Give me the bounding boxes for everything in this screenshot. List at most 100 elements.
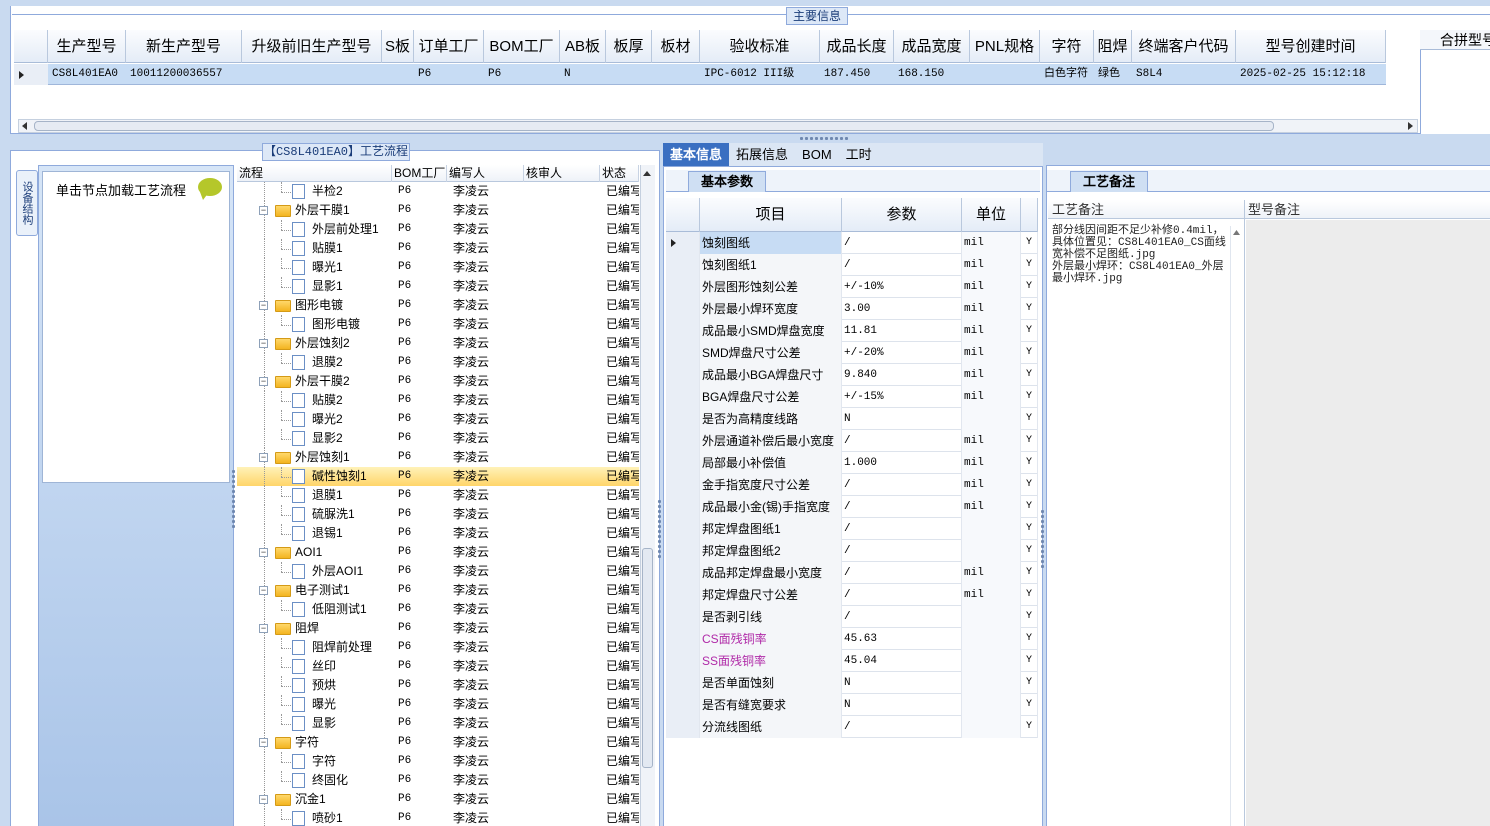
param-value[interactable]: / xyxy=(842,430,962,452)
collapse-icon[interactable]: − xyxy=(259,339,268,348)
tree-node[interactable]: − AOI1 P6 李凌云 已编写 xyxy=(237,543,639,562)
param-value[interactable]: / xyxy=(842,562,962,584)
param-row[interactable]: 局部最小补偿值 1.000 mil Y xyxy=(666,452,1038,474)
param-value[interactable]: / xyxy=(842,254,962,276)
grid-cell[interactable] xyxy=(382,64,414,85)
process-tree[interactable]: 半检2 P6 李凌云 已编写 − 外层干膜1 P6 李凌云 已编写 外层前处理1 P6 李凌云 已编写贴… xyxy=(237,182,639,826)
grid-cell[interactable]: 白色字符 xyxy=(1040,64,1094,85)
param-row[interactable]: 外层最小焊环宽度 3.00 mil Y xyxy=(666,298,1038,320)
collapse-icon[interactable]: − xyxy=(259,377,268,386)
tree-column-header[interactable]: 编写人 xyxy=(447,165,524,182)
grid-cell[interactable]: 187.450 xyxy=(820,64,894,85)
grid-column-header[interactable]: 板厚 xyxy=(606,30,652,63)
param-row[interactable]: 是否单面蚀刻 N Y xyxy=(666,672,1038,694)
grid-cell[interactable]: P6 xyxy=(414,64,484,85)
param-value[interactable]: 11.81 xyxy=(842,320,962,342)
tree-column-header[interactable]: 核审人 xyxy=(524,165,600,182)
param-row[interactable]: 金手指宽度尺寸公差 / mil Y xyxy=(666,474,1038,496)
tree-node[interactable]: − 外层干膜1 P6 李凌云 已编写 xyxy=(237,201,639,220)
tree-node[interactable]: − 字符 P6 李凌云 已编写 xyxy=(237,733,639,752)
tree-node[interactable]: 曝光 P6 李凌云 已编写 xyxy=(237,695,639,714)
params-column-header[interactable]: 单位 xyxy=(962,198,1021,232)
param-row[interactable]: 是否有缝宽要求 N Y xyxy=(666,694,1038,716)
grid-column-header[interactable]: PNL规格 xyxy=(970,30,1040,63)
grid-cell[interactable]: IPC-6012 III级 xyxy=(700,64,820,85)
tree-column-header[interactable]: BOM工厂 xyxy=(392,165,447,182)
detail-tab[interactable]: 工时 xyxy=(839,143,879,166)
grid-column-header[interactable]: 生产型号 xyxy=(48,30,126,63)
tree-node[interactable]: 曝光1 P6 李凌云 已编写 xyxy=(237,258,639,277)
tree-node[interactable]: − 阻焊 P6 李凌云 已编写 xyxy=(237,619,639,638)
tree-node[interactable]: − 外层干膜2 P6 李凌云 已编写 xyxy=(237,372,639,391)
tree-node[interactable]: 阻焊前处理 P6 李凌云 已编写 xyxy=(237,638,639,657)
grid-column-header[interactable]: 新生产型号 xyxy=(126,30,242,63)
horizontal-splitter[interactable] xyxy=(800,137,848,140)
detail-tab[interactable]: BOM xyxy=(795,143,839,166)
param-value[interactable]: / xyxy=(842,232,962,254)
grid-cell[interactable] xyxy=(652,64,700,85)
param-row[interactable]: 邦定焊盘尺寸公差 / mil Y xyxy=(666,584,1038,606)
scroll-up-icon[interactable] xyxy=(1232,228,1241,236)
grid-cell[interactable]: 绿色 xyxy=(1094,64,1132,85)
param-row[interactable]: 外层图形蚀刻公差 +/-10% mil Y xyxy=(666,276,1038,298)
scroll-right-icon[interactable] xyxy=(1405,121,1415,131)
param-row[interactable]: 外层通道补偿后最小宽度 / mil Y xyxy=(666,430,1038,452)
tree-node[interactable]: 曝光2 P6 李凌云 已编写 xyxy=(237,410,639,429)
param-row[interactable]: 蚀刻图纸1/mil Y xyxy=(666,254,1038,276)
collapse-icon[interactable]: − xyxy=(259,301,268,310)
tree-node[interactable]: − 外层蚀刻2 P6 李凌云 已编写 xyxy=(237,334,639,353)
collapse-icon[interactable]: − xyxy=(259,548,268,557)
grid-column-header[interactable]: 终端客户代码 xyxy=(1132,30,1236,63)
process-note-text[interactable]: 部分线因间距不足少补修0.4mil，具体位置见：CS8L401EA0_CS面线宽… xyxy=(1052,225,1228,285)
param-row[interactable]: 是否剥引线 / Y xyxy=(666,606,1038,628)
right-splitter[interactable] xyxy=(1041,510,1044,568)
grid-cell[interactable]: CS8L401EA0 xyxy=(48,64,126,85)
collapse-icon[interactable]: − xyxy=(259,586,268,595)
tree-node[interactable]: − 外层蚀刻1 P6 李凌云 已编写 xyxy=(237,448,639,467)
grid-cell[interactable] xyxy=(242,64,382,85)
tree-node[interactable]: 低阻测试1 P6 李凌云 已编写 xyxy=(237,600,639,619)
grid-column-header[interactable]: BOM工厂 xyxy=(484,30,560,63)
detail-tab[interactable]: 基本信息 xyxy=(663,143,730,166)
collapse-icon[interactable]: − xyxy=(259,738,268,747)
note-scrollbar[interactable] xyxy=(1230,226,1242,826)
param-value[interactable]: / xyxy=(842,496,962,518)
tree-node[interactable]: 退膜2 P6 李凌云 已编写 xyxy=(237,353,639,372)
param-row[interactable]: 邦定焊盘图纸1/ Y xyxy=(666,518,1038,540)
param-value[interactable]: / xyxy=(842,606,962,628)
grid-cell[interactable]: P6 xyxy=(484,64,560,85)
tree-column-header[interactable]: 流程 xyxy=(237,165,392,182)
grid-cell[interactable]: 168.150 xyxy=(894,64,970,85)
nav-hint-text[interactable]: 单击节点加载工艺流程 xyxy=(56,180,186,199)
tree-node[interactable]: 终固化 P6 李凌云 已编写 xyxy=(237,771,639,790)
param-value[interactable]: / xyxy=(842,716,962,738)
param-row[interactable]: 成品最小BGA焊盘尺寸 9.840 mil Y xyxy=(666,364,1038,386)
param-row[interactable]: 成品最小SMD焊盘宽度 11.81 mil Y xyxy=(666,320,1038,342)
tree-node[interactable]: 贴膜2 P6 李凌云 已编写 xyxy=(237,391,639,410)
param-value[interactable]: / xyxy=(842,584,962,606)
tree-node[interactable]: 字符 P6 李凌云 已编写 xyxy=(237,752,639,771)
tree-node[interactable]: 外层AOI1 P6 李凌云 已编写 xyxy=(237,562,639,581)
param-row[interactable]: 蚀刻图纸 / mil Y xyxy=(666,232,1038,254)
tree-node[interactable]: 退锡1 P6 李凌云 已编写 xyxy=(237,524,639,543)
param-row[interactable]: 分流线图纸 / Y xyxy=(666,716,1038,738)
tree-node[interactable]: 碱性蚀刻1 P6 李凌云 已编写 xyxy=(237,467,639,486)
params-column-header[interactable]: 参数 xyxy=(842,198,962,232)
tab-process-notes[interactable]: 工艺备注 xyxy=(1070,171,1148,192)
collapse-icon[interactable]: − xyxy=(259,624,268,633)
hscroll-thumb[interactable] xyxy=(34,121,1274,131)
grid-column-header[interactable]: 字符 xyxy=(1040,30,1094,63)
param-value[interactable]: +/-15% xyxy=(842,386,962,408)
grid-column-header[interactable]: 阻焊 xyxy=(1094,30,1132,63)
param-row[interactable]: 是否为高精度线路 N Y xyxy=(666,408,1038,430)
grid-column-header[interactable]: 订单工厂 xyxy=(414,30,484,63)
grid-column-header[interactable]: S板 xyxy=(382,30,414,63)
tree-node[interactable]: 硫脲洗1 P6 李凌云 已编写 xyxy=(237,505,639,524)
tree-node[interactable]: 贴膜1 P6 李凌云 已编写 xyxy=(237,239,639,258)
params-column-header[interactable]: 项目 xyxy=(700,198,842,232)
tree-node[interactable]: 丝印 P6 李凌云 已编写 xyxy=(237,657,639,676)
tree-node[interactable]: 图形电镀 P6 李凌云 已编写 xyxy=(237,315,639,334)
param-row[interactable]: CS面残铜率 45.63 Y xyxy=(666,628,1038,650)
mid-splitter[interactable] xyxy=(658,500,661,558)
param-value[interactable]: N xyxy=(842,694,962,716)
